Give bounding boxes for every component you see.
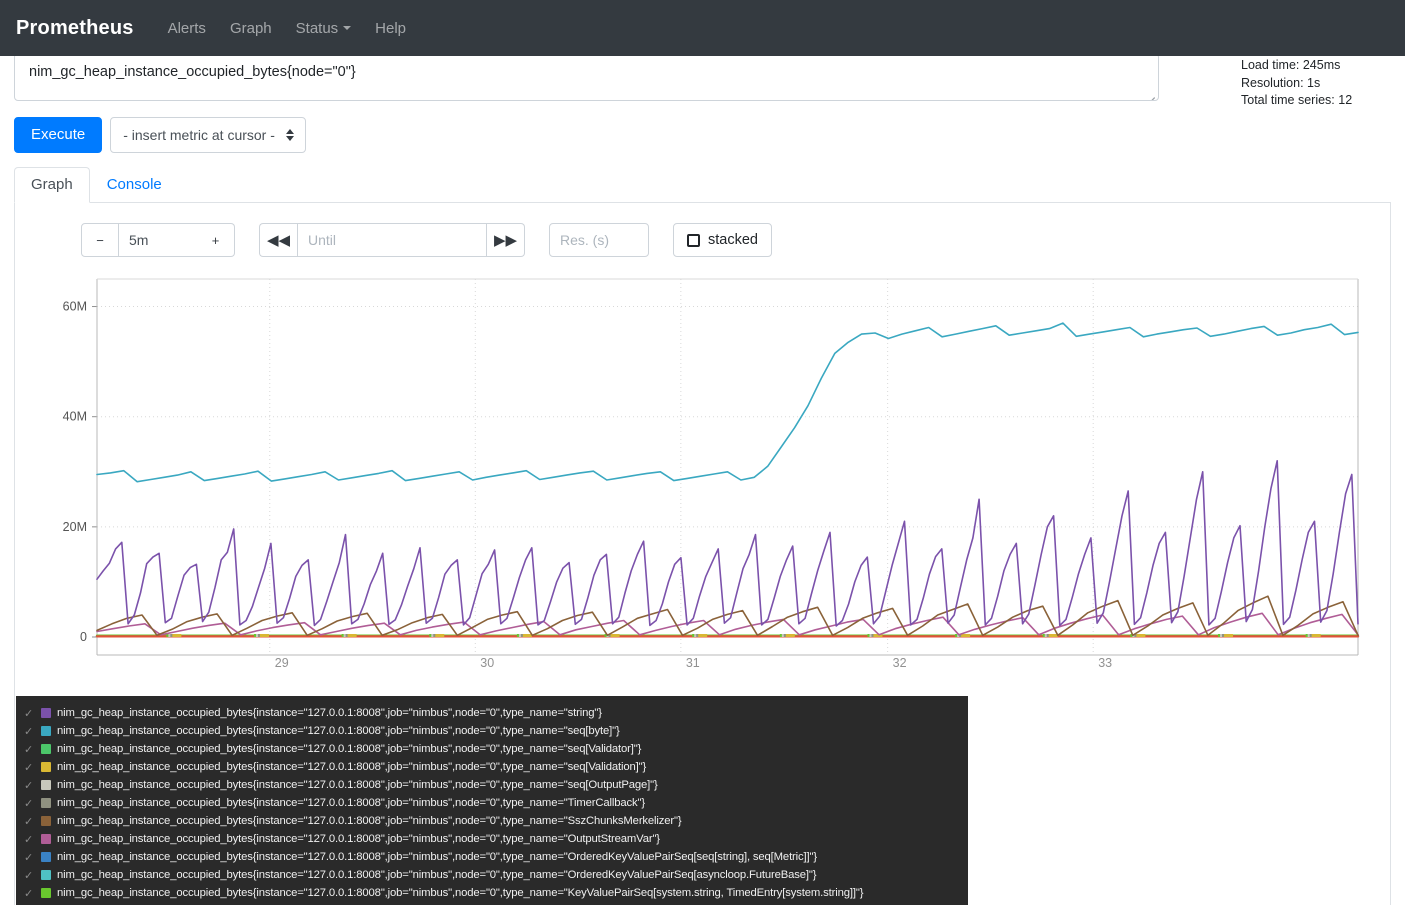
legend-series-label: nim_gc_heap_instance_occupied_bytes{inst…	[57, 779, 658, 791]
total-series-text: Total time series: 12	[1241, 93, 1353, 107]
until-input[interactable]: Until	[297, 223, 487, 257]
legend-series-label: nim_gc_heap_instance_occupied_bytes{inst…	[57, 725, 620, 737]
svg-text:29: 29	[275, 656, 289, 670]
checkbox-square-icon	[687, 233, 700, 247]
graph-panel: − 5m + ◀◀ Until ▶▶ Res. (s) stacked 0 20M…	[14, 203, 1391, 905]
legend-check-icon[interactable]: ✓	[24, 887, 35, 900]
svg-text:40M: 40M	[63, 410, 87, 424]
panel-tabs: Graph Console	[14, 167, 1391, 203]
legend-item[interactable]: ✓ nim_gc_heap_instance_occupied_bytes{ins…	[16, 722, 968, 740]
svg-text:32: 32	[893, 656, 907, 670]
top-navbar: Prometheus Alerts Graph Status Help	[0, 0, 1405, 56]
legend-series-label: nim_gc_heap_instance_occupied_bytes{inst…	[57, 761, 647, 773]
svg-text:60M: 60M	[63, 300, 87, 314]
step-forward-icon[interactable]: ▶▶	[487, 223, 525, 257]
legend-item[interactable]: ✓ nim_gc_heap_instance_occupied_bytes{ins…	[16, 794, 968, 812]
range-increase-button[interactable]: +	[197, 223, 235, 257]
nav-link-status[interactable]: Status	[284, 14, 364, 43]
legend-item[interactable]: ✓ nim_gc_heap_instance_occupied_bytes{ins…	[16, 758, 968, 776]
legend-color-swatch	[41, 852, 51, 862]
legend-color-swatch	[41, 762, 51, 772]
svg-text:33: 33	[1098, 656, 1112, 670]
legend-check-icon[interactable]: ✓	[24, 833, 35, 846]
insert-metric-select-value: - insert metric at cursor -	[123, 127, 275, 143]
legend-color-swatch	[41, 726, 51, 736]
legend-item[interactable]: ✓ nim_gc_heap_instance_occupied_bytes{ins…	[16, 866, 968, 884]
legend-series-label: nim_gc_heap_instance_occupied_bytes{inst…	[57, 743, 642, 755]
legend-check-icon[interactable]: ✓	[24, 743, 35, 756]
legend-check-icon[interactable]: ✓	[24, 725, 35, 738]
expression-row: nim_gc_heap_instance_occupied_bytes{node…	[14, 53, 1391, 101]
graph-toolbar: − 5m + ◀◀ Until ▶▶ Res. (s) stacked	[15, 219, 1390, 257]
nav-link-alerts[interactable]: Alerts	[156, 14, 218, 43]
legend-color-swatch	[41, 780, 51, 790]
svg-text:20M: 20M	[63, 520, 87, 534]
legend-item[interactable]: ✓ nim_gc_heap_instance_occupied_bytes{ins…	[16, 740, 968, 758]
legend-color-swatch	[41, 816, 51, 826]
nav-link-graph[interactable]: Graph	[218, 14, 284, 43]
legend-item[interactable]: ✓ nim_gc_heap_instance_occupied_bytes{ins…	[16, 884, 968, 902]
resolution-text: Resolution: 1s	[1241, 76, 1321, 90]
legend-check-icon[interactable]: ✓	[24, 797, 35, 810]
execute-button[interactable]: Execute	[14, 117, 103, 153]
legend-item[interactable]: ✓ nim_gc_heap_instance_occupied_bytes{ins…	[16, 776, 968, 794]
svg-text:30: 30	[480, 656, 494, 670]
load-time-text: Load time: 245ms	[1241, 58, 1341, 72]
svg-text:0: 0	[80, 630, 87, 644]
legend-series-label: nim_gc_heap_instance_occupied_bytes{inst…	[57, 797, 645, 809]
nav-link-help[interactable]: Help	[363, 14, 418, 43]
resolution-input[interactable]: Res. (s)	[549, 223, 649, 257]
legend-color-swatch	[41, 870, 51, 880]
step-backward-icon[interactable]: ◀◀	[259, 223, 297, 257]
legend-series-label: nim_gc_heap_instance_occupied_bytes{inst…	[57, 833, 660, 845]
legend-series-label: nim_gc_heap_instance_occupied_bytes{inst…	[57, 707, 602, 719]
query-section: nim_gc_heap_instance_occupied_bytes{node…	[0, 53, 1405, 107]
legend-check-icon[interactable]: ✓	[24, 869, 35, 882]
legend-series-label: nim_gc_heap_instance_occupied_bytes{inst…	[57, 869, 817, 881]
range-input[interactable]: 5m	[119, 223, 197, 257]
expression-text: nim_gc_heap_instance_occupied_bytes{node…	[29, 64, 356, 80]
legend-check-icon[interactable]: ✓	[24, 761, 35, 774]
legend-check-icon[interactable]: ✓	[24, 815, 35, 828]
legend-item[interactable]: ✓ nim_gc_heap_instance_occupied_bytes{ins…	[16, 830, 968, 848]
legend-series-label: nim_gc_heap_instance_occupied_bytes{inst…	[57, 815, 682, 827]
legend-item[interactable]: ✓ nim_gc_heap_instance_occupied_bytes{ins…	[16, 812, 968, 830]
tab-console[interactable]: Console	[90, 167, 179, 203]
legend-check-icon[interactable]: ✓	[24, 779, 35, 792]
nav-links: Alerts Graph Status Help	[156, 14, 418, 43]
query-stats: Load time: 245ms Resolution: 1s Total ti…	[1241, 58, 1391, 109]
legend-series-label: nim_gc_heap_instance_occupied_bytes{inst…	[57, 887, 864, 899]
legend-item[interactable]: ✓ nim_gc_heap_instance_occupied_bytes{ins…	[16, 704, 968, 722]
brand-logo[interactable]: Prometheus	[16, 17, 134, 40]
legend-color-swatch	[41, 744, 51, 754]
tab-graph[interactable]: Graph	[14, 167, 90, 203]
legend-series-label: nim_gc_heap_instance_occupied_bytes{inst…	[57, 851, 817, 863]
stacked-toggle[interactable]: stacked	[673, 223, 772, 257]
stacked-label: stacked	[708, 232, 758, 248]
time-input-group: ◀◀ Until ▶▶	[259, 223, 525, 257]
range-input-group: − 5m +	[81, 223, 235, 257]
range-decrease-button[interactable]: −	[81, 223, 119, 257]
execute-row: Execute - insert metric at cursor -	[0, 101, 1405, 153]
legend-check-icon[interactable]: ✓	[24, 851, 35, 864]
legend-color-swatch	[41, 798, 51, 808]
legend-check-icon[interactable]: ✓	[24, 707, 35, 720]
chevron-down-icon	[343, 26, 352, 30]
legend-color-swatch	[41, 708, 51, 718]
resize-handle-icon[interactable]	[1144, 87, 1156, 100]
legend-color-swatch	[41, 888, 51, 898]
expression-input[interactable]: nim_gc_heap_instance_occupied_bytes{node…	[14, 53, 1159, 101]
select-arrows-icon	[285, 129, 294, 141]
legend-item[interactable]: ✓ nim_gc_heap_instance_occupied_bytes{ins…	[16, 848, 968, 866]
chart-legend: ✓ nim_gc_heap_instance_occupied_bytes{ins…	[16, 696, 968, 905]
insert-metric-select[interactable]: - insert metric at cursor -	[110, 117, 306, 153]
time-series-chart[interactable]: 0 20M 40M 60M 29 30 31 32 33	[15, 275, 1392, 675]
chart-area: 0 20M 40M 60M 29 30 31 32 33	[15, 275, 1390, 680]
legend-color-swatch	[41, 834, 51, 844]
svg-text:31: 31	[686, 656, 700, 670]
nav-link-status-label: Status	[295, 19, 339, 37]
